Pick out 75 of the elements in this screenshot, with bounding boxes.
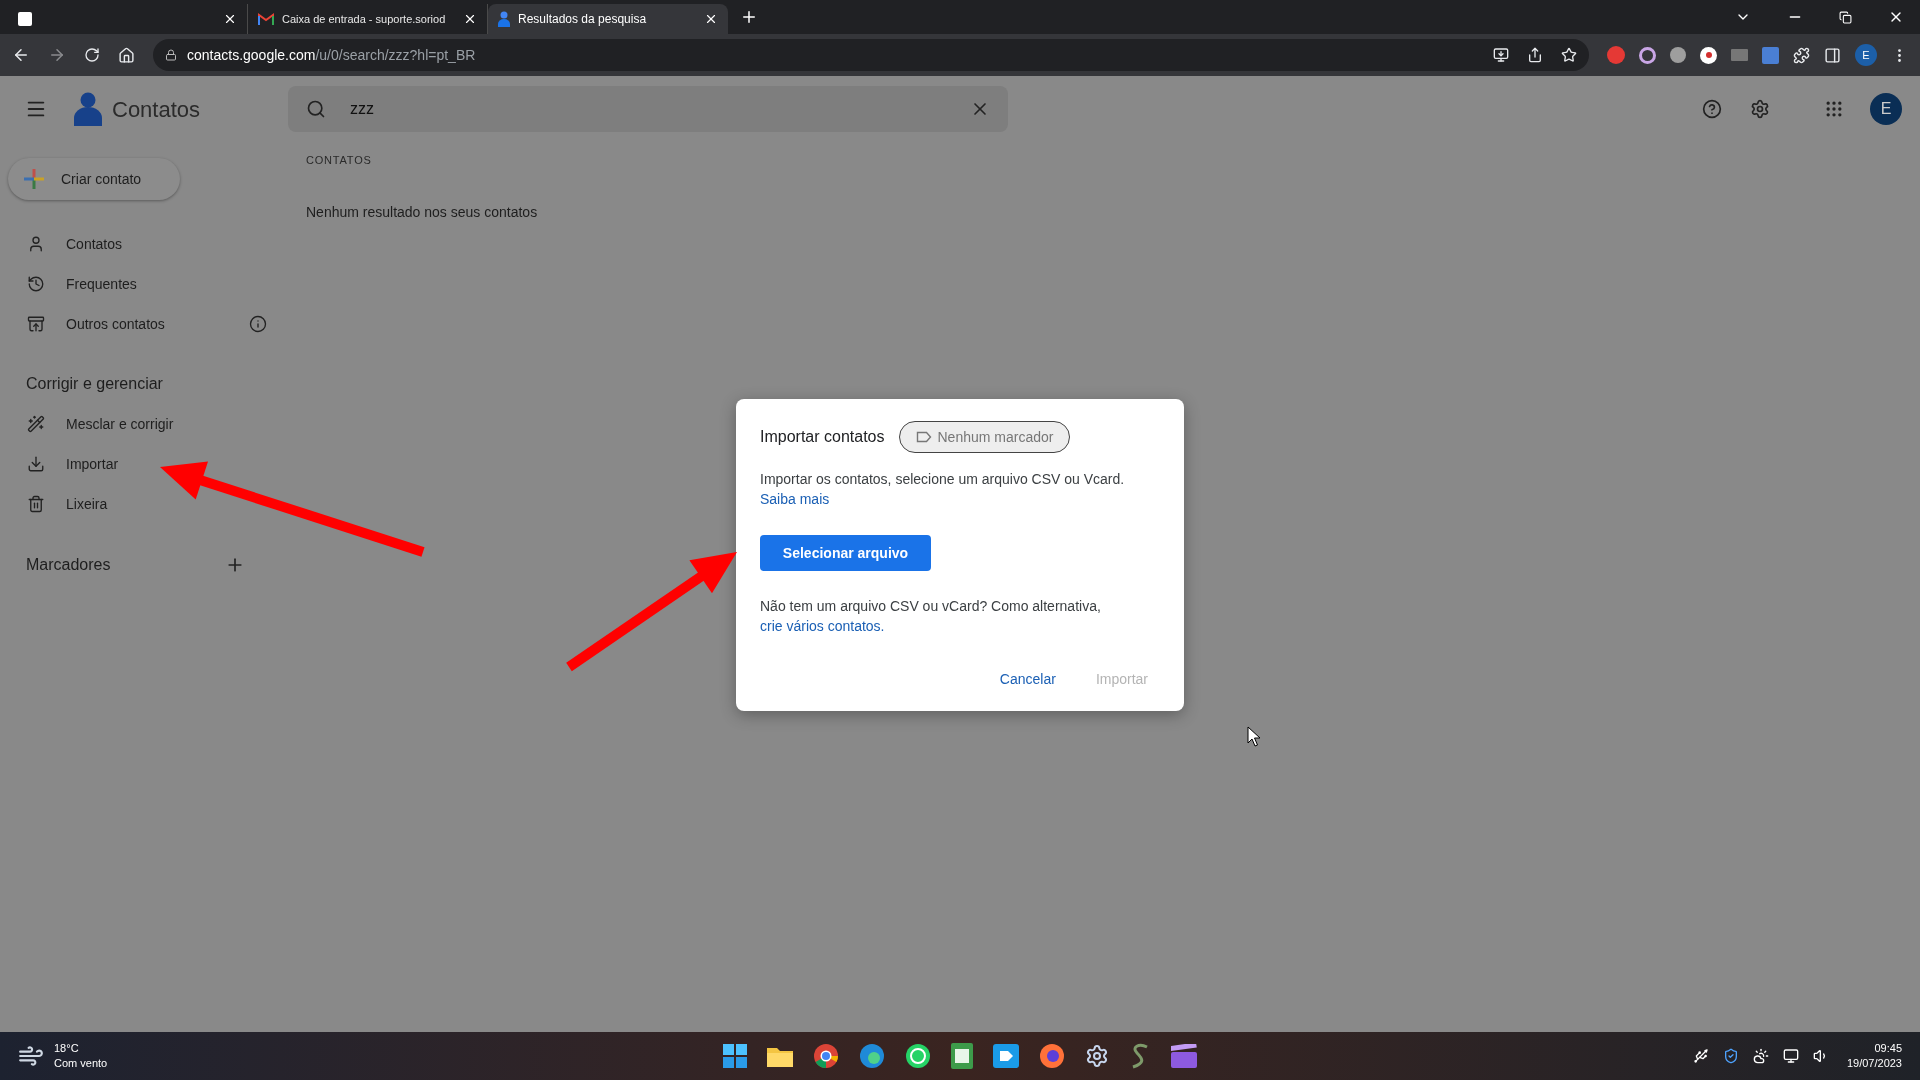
reload-icon[interactable] xyxy=(84,47,100,63)
plus-icon xyxy=(24,169,44,189)
folder-icon[interactable] xyxy=(767,1045,793,1067)
address-field[interactable]: contacts.google.com/u/0/search/zzz?hl=pt_BR xyxy=(153,39,1589,71)
sidebar-item[interactable]: Frequentes xyxy=(27,273,217,295)
dialog-action[interactable]: Cancelar xyxy=(987,661,1068,697)
empty-results-text: Nenhum resultado nos seus contatos xyxy=(306,202,538,222)
share-icon[interactable] xyxy=(1527,47,1543,63)
dialog-title: Importar contatos xyxy=(760,427,885,447)
weather-text: Com vento xyxy=(54,1056,108,1071)
contacts-icon xyxy=(498,11,510,27)
section-heading: Marcadores xyxy=(26,555,111,575)
url-text: contacts.google.com/u/0/search/zzz?hl=pt_BR xyxy=(187,45,476,65)
apps-icon[interactable] xyxy=(1824,99,1844,119)
blank-page-icon xyxy=(18,12,32,26)
create-contacts-link[interactable]: crie vários contatos. xyxy=(760,618,885,634)
settings-icon[interactable] xyxy=(1750,99,1770,119)
back-icon[interactable] xyxy=(12,46,30,64)
extensions-icon[interactable] xyxy=(1793,46,1810,64)
start-icon[interactable] xyxy=(723,1044,747,1068)
restore-icon[interactable] xyxy=(1839,10,1852,24)
sidebar-item[interactable]: Lixeira xyxy=(27,493,217,515)
sidebar-item[interactable]: Outros contatos xyxy=(27,313,217,335)
dialog-text: Importar os contatos, selecione um arquivo CSV ou Vcard. Saiba mais xyxy=(760,470,1126,509)
browser-tab[interactable]: Resultados da pesquisa xyxy=(488,4,728,34)
forward-icon[interactable] xyxy=(48,46,66,64)
weather-icon[interactable] xyxy=(18,1043,44,1069)
bookmark-icon[interactable] xyxy=(1561,47,1577,63)
clock-date: 19/07/2023 xyxy=(1846,1056,1902,1071)
mail-icon xyxy=(258,13,274,25)
browser-icon[interactable] xyxy=(813,1043,839,1069)
tab-close-icon[interactable] xyxy=(463,12,477,26)
side-panel-icon[interactable] xyxy=(1824,46,1841,64)
lock-icon xyxy=(165,49,177,61)
section-heading: Corrigir e gerenciar xyxy=(26,374,163,394)
sidebar-item[interactable]: Contatos xyxy=(27,233,217,255)
search-field[interactable]: zzz xyxy=(288,86,1009,132)
usb-icon[interactable] xyxy=(1692,1048,1709,1064)
learn-more-link[interactable]: Saiba mais xyxy=(760,491,830,507)
download-icon xyxy=(27,455,45,473)
pointer-cursor-icon xyxy=(1247,726,1261,747)
network-icon[interactable] xyxy=(1782,1048,1799,1064)
help-icon[interactable] xyxy=(1702,99,1722,119)
security-icon[interactable] xyxy=(1722,1048,1739,1064)
weather-tray-icon[interactable] xyxy=(1752,1048,1769,1064)
app-title: Contatos xyxy=(112,95,201,124)
search-icon xyxy=(306,99,327,119)
tab-close-icon[interactable] xyxy=(223,12,237,26)
contacts-logo-icon xyxy=(73,92,103,126)
select-file-button[interactable]: Selecionar arquivo xyxy=(760,535,931,571)
archive-icon xyxy=(27,315,45,333)
account-avatar[interactable]: E xyxy=(1870,93,1902,125)
wand-icon xyxy=(27,415,45,433)
remote-app-icon[interactable] xyxy=(993,1044,1019,1068)
spreadsheet-icon[interactable] xyxy=(951,1043,973,1069)
profile-avatar[interactable]: E xyxy=(1855,44,1877,66)
results-heading: CONTATOS xyxy=(306,153,373,168)
clapper-icon[interactable] xyxy=(1171,1044,1197,1068)
temperature-text: 18°C xyxy=(54,1041,80,1056)
create-contact-button[interactable]: Criar contato xyxy=(8,158,180,200)
history-icon xyxy=(27,275,45,293)
sidebar-item[interactable]: Importar xyxy=(27,453,217,475)
label-chip[interactable]: Nenhum marcador xyxy=(898,421,1071,453)
clock-time: 09:45 xyxy=(1874,1041,1902,1056)
install-icon[interactable] xyxy=(1493,47,1509,63)
new-tab-icon[interactable] xyxy=(740,8,758,26)
gear-app-icon[interactable] xyxy=(1085,1044,1109,1068)
home-icon[interactable] xyxy=(118,46,135,64)
person-icon xyxy=(27,235,45,253)
trash-icon xyxy=(27,495,45,513)
record-icon[interactable] xyxy=(1700,46,1717,64)
sidebar-item[interactable]: Mesclar e corrigir xyxy=(27,413,217,435)
alternative-text: Não tem um arquivo CSV ou vCard? Como alternativa, crie vários contatos. xyxy=(760,597,1102,636)
tab-close-icon[interactable] xyxy=(704,12,718,26)
label-icon xyxy=(915,431,932,443)
